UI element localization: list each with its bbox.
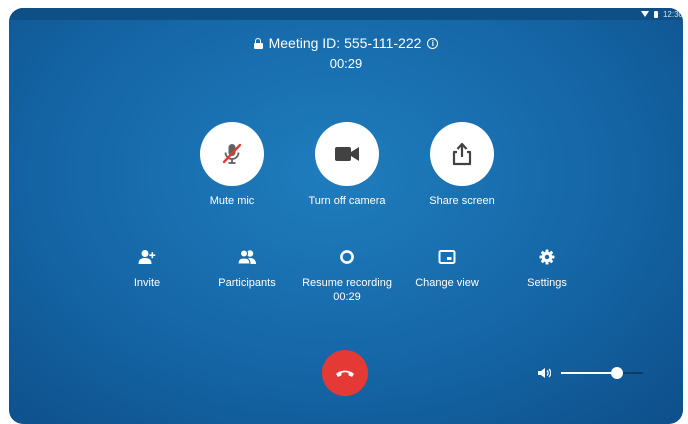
invite-button[interactable]: Invite <box>92 248 202 290</box>
call-timer: 00:29 <box>329 56 363 71</box>
person-add-icon <box>138 250 156 264</box>
share-screen-label: Share screen <box>429 195 495 207</box>
share-screen-button[interactable] <box>430 122 494 186</box>
people-icon <box>237 249 256 265</box>
wifi-icon <box>640 11 649 17</box>
change-view-button[interactable]: Change view <box>392 248 502 290</box>
mic-off-icon <box>222 143 242 164</box>
meeting-id-row: Meeting ID: 555-111-222 i <box>9 35 683 51</box>
settings-button[interactable]: Settings <box>492 248 602 290</box>
participants-button[interactable]: Participants <box>192 248 302 290</box>
share-screen-icon <box>452 142 472 166</box>
change-view-icon <box>438 250 456 264</box>
recording-timer: 00:29 <box>333 291 361 303</box>
lock-icon <box>253 37 263 49</box>
speaker-icon <box>538 368 551 378</box>
volume-slider-thumb[interactable] <box>611 367 623 379</box>
status-time: 12:30 <box>662 9 683 19</box>
volume-control <box>535 364 649 382</box>
mute-mic-button[interactable] <box>200 122 264 186</box>
status-bar: 12:30 <box>9 8 683 20</box>
meeting-id: Meeting ID: 555-111-222 <box>268 35 422 51</box>
video-camera-icon <box>335 147 359 161</box>
end-call-button[interactable] <box>322 350 368 396</box>
resume-recording-label: Resume recording <box>302 277 392 289</box>
turn-off-camera-button[interactable] <box>315 122 379 186</box>
invite-label: Invite <box>133 277 161 289</box>
hang-up-icon <box>336 370 354 377</box>
participants-label: Participants <box>218 277 276 289</box>
info-icon[interactable]: i <box>427 37 439 49</box>
battery-icon <box>653 10 658 18</box>
meeting-screen: 12:30 Meeting ID: 555-111-222 i 00:29 Mu… <box>9 8 683 424</box>
resume-recording-button[interactable]: Resume recording 00:29 <box>292 248 402 304</box>
volume-fill <box>561 372 617 374</box>
change-view-label: Change view <box>415 277 479 289</box>
settings-label: Settings <box>527 277 567 289</box>
record-icon <box>340 250 354 264</box>
gear-icon <box>539 249 555 265</box>
